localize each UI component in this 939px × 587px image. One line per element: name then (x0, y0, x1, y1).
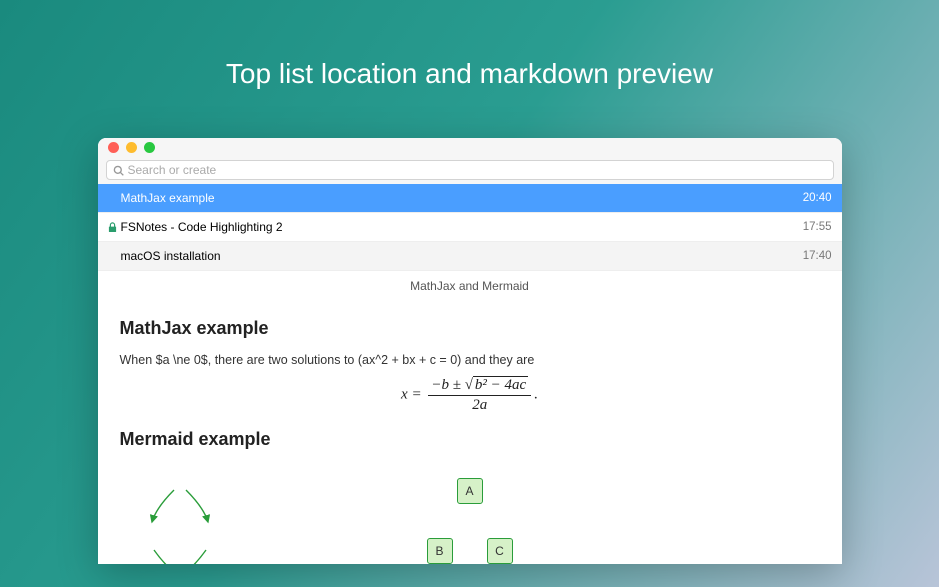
note-list: MathJax example 20:40 FSNotes - Code Hig… (98, 184, 842, 271)
equation-trail: . (534, 386, 538, 402)
note-row[interactable]: macOS installation 17:40 (98, 242, 842, 271)
lock-icon (108, 222, 117, 233)
equation-denominator: 2a (428, 396, 531, 414)
zoom-icon[interactable] (144, 142, 155, 153)
note-time: 17:40 (803, 250, 832, 262)
note-time: 17:55 (803, 221, 832, 233)
close-icon[interactable] (108, 142, 119, 153)
equation-fraction: −b ± √b² − 4ac 2a (428, 377, 531, 413)
titlebar (98, 138, 842, 156)
note-title: FSNotes - Code Highlighting 2 (121, 220, 803, 234)
note-row[interactable]: FSNotes - Code Highlighting 2 17:55 (98, 213, 842, 242)
app-window: MathJax example 20:40 FSNotes - Code Hig… (98, 138, 842, 564)
page-heading: Top list location and markdown preview (0, 0, 939, 138)
mermaid-node-b: B (427, 538, 453, 564)
search-icon (113, 165, 124, 176)
equation-lhs: x = (401, 386, 422, 402)
note-title: macOS installation (121, 249, 803, 263)
preview-body: MathJax example When $a \ne 0$, there ar… (98, 300, 842, 564)
search-input[interactable] (128, 163, 827, 177)
note-row[interactable]: MathJax example 20:40 (98, 184, 842, 213)
icon-slot (106, 222, 120, 233)
searchbar (98, 156, 842, 184)
note-title: MathJax example (121, 191, 803, 205)
preview-paragraph: When $a \ne 0$, there are two solutions … (120, 353, 820, 367)
equation-numerator: −b ± √b² − 4ac (428, 377, 531, 396)
preview-heading-mermaid: Mermaid example (120, 429, 820, 450)
preview-heading-mathjax: MathJax example (120, 318, 820, 339)
equation: x = −b ± √b² − 4ac 2a . (120, 377, 820, 413)
sqrt-icon: √ (465, 377, 473, 393)
sqrt-arg: b² − 4ac (473, 376, 528, 393)
mermaid-arrows (120, 464, 240, 564)
preview-pane: MathJax and Mermaid MathJax example When… (98, 271, 842, 564)
search-field-wrap[interactable] (106, 160, 834, 180)
mermaid-diagram: A B C (120, 464, 820, 564)
mermaid-node-c: C (487, 538, 513, 564)
note-time: 20:40 (803, 192, 832, 204)
numerator-pre: −b ± (431, 377, 464, 393)
minimize-icon[interactable] (126, 142, 137, 153)
preview-tab-title: MathJax and Mermaid (98, 271, 842, 300)
mermaid-node-a: A (457, 478, 483, 504)
